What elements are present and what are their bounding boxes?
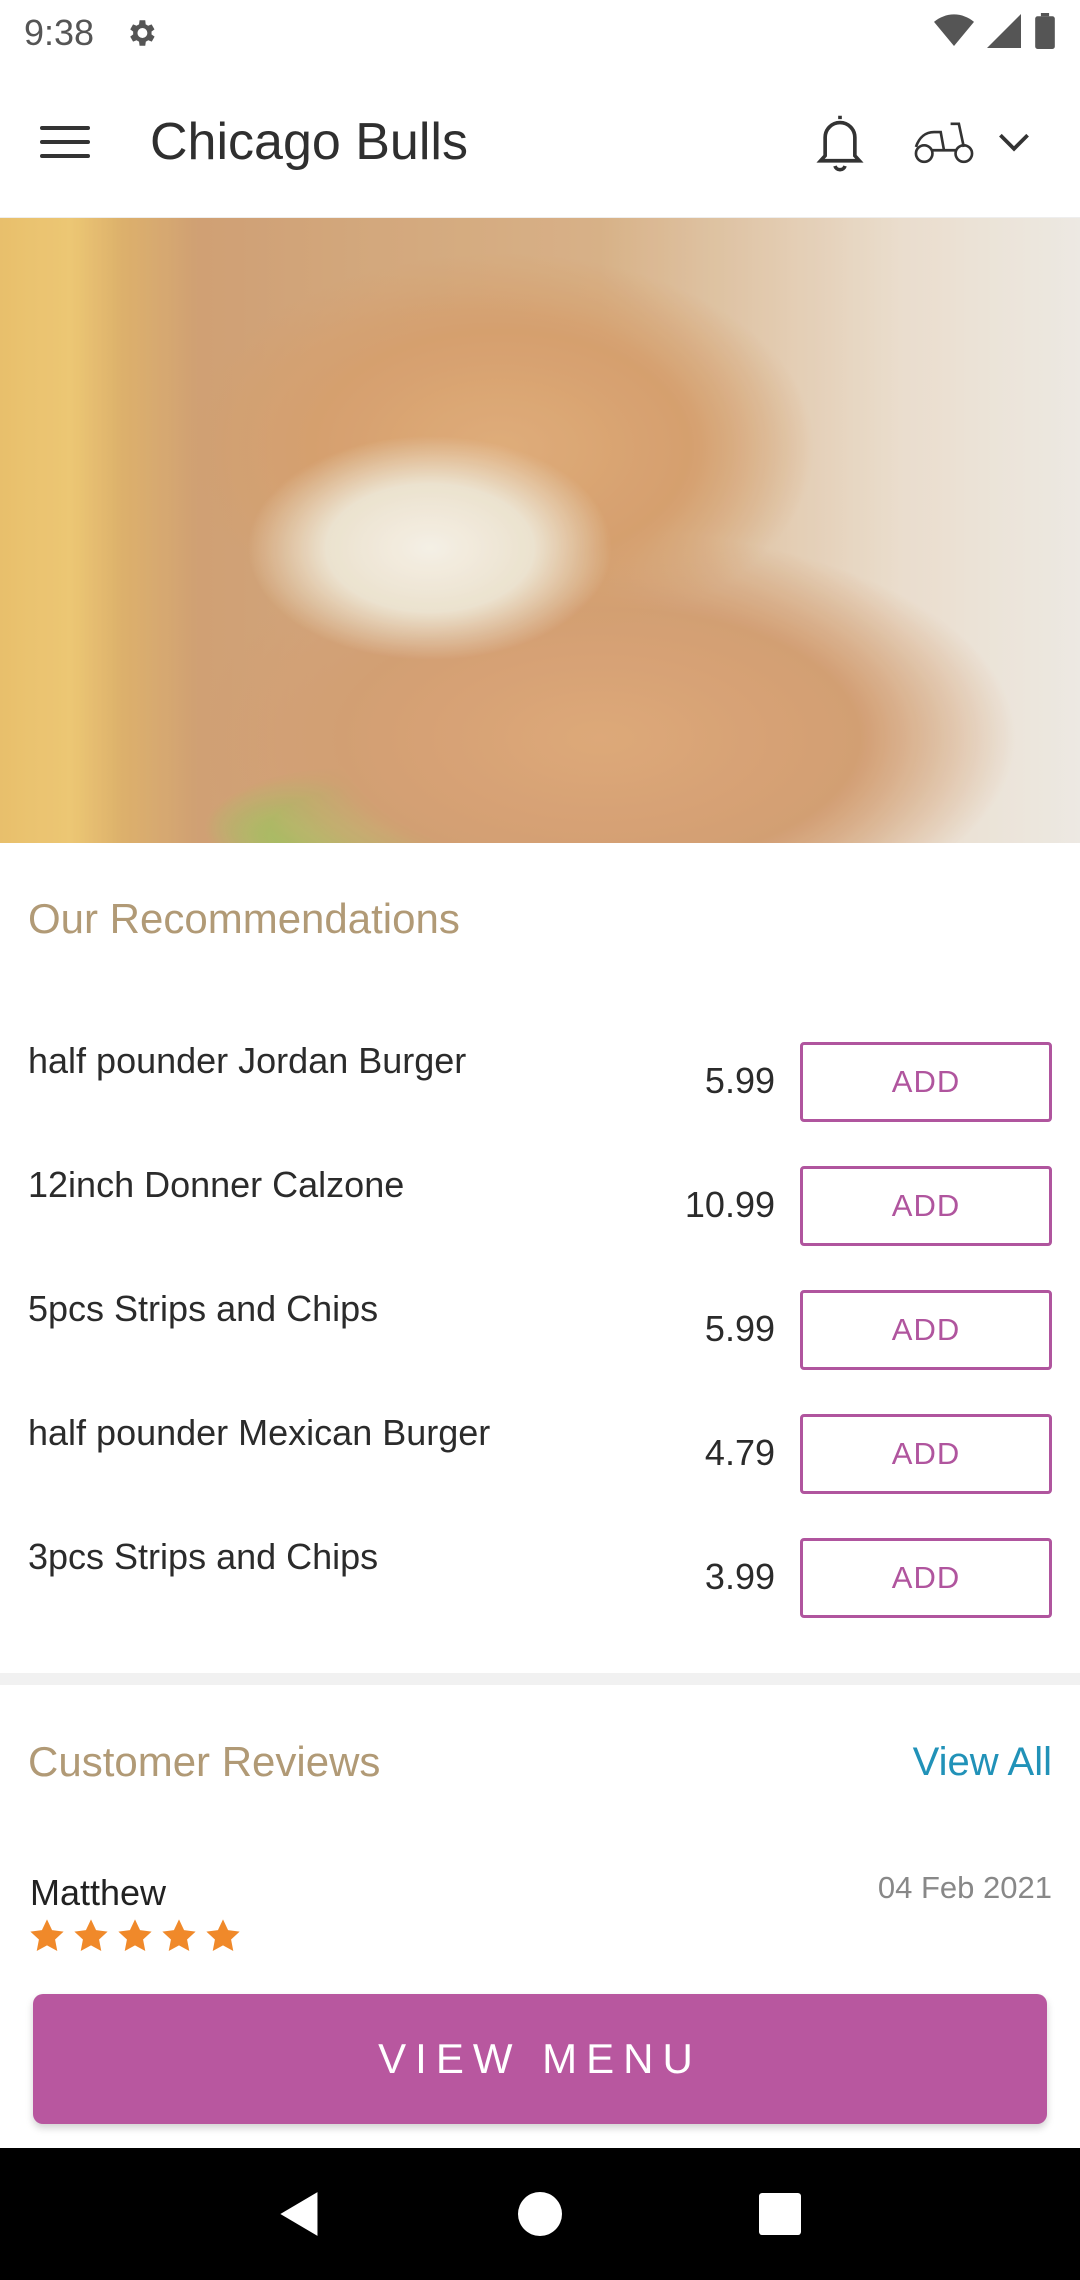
view-all-link[interactable]: View All (913, 1740, 1052, 1785)
recommendations-title: Our Recommendations (28, 895, 460, 942)
view-menu-button[interactable]: VIEW MENU (33, 1994, 1047, 2124)
list-item: half pounder Mexican Burger 4.79 ADD (0, 1412, 1080, 1536)
add-button[interactable]: ADD (800, 1166, 1052, 1246)
wifi-icon (934, 13, 974, 53)
star-icon (74, 1919, 108, 1952)
star-icon (30, 1919, 64, 1952)
item-price: 10.99 (684, 1184, 775, 1225)
reviewer-name: Matthew (30, 1872, 167, 1913)
item-name: 12inch Donner Calzone (28, 1164, 405, 1205)
status-time: 9:38 (24, 12, 95, 53)
item-name: 5pcs Strips and Chips (28, 1288, 379, 1329)
list-item: 12inch Donner Calzone 10.99 ADD (0, 1164, 1080, 1288)
item-price: 3.99 (704, 1556, 775, 1597)
add-button[interactable]: ADD (800, 1538, 1052, 1618)
page-title: Chicago Bulls (150, 112, 468, 171)
star-icon (206, 1919, 240, 1952)
gear-icon (122, 14, 160, 52)
home-icon[interactable] (500, 2174, 580, 2254)
add-button[interactable]: ADD (800, 1414, 1052, 1494)
list-item: half pounder Jordan Burger 5.99 ADD (0, 1040, 1080, 1164)
recents-icon[interactable] (740, 2174, 820, 2254)
bell-icon[interactable] (800, 102, 880, 182)
item-name: 3pcs Strips and Chips (28, 1536, 379, 1577)
item-price: 4.79 (704, 1432, 775, 1473)
navigation-bar (0, 2148, 1080, 2280)
back-icon[interactable] (260, 2174, 340, 2254)
item-name: half pounder Jordan Burger (28, 1040, 467, 1081)
star-icon (118, 1919, 152, 1952)
status-bar: 9:38 (0, 0, 1080, 66)
signal-icon (986, 13, 1022, 53)
star-icon (162, 1919, 196, 1952)
battery-icon (1034, 12, 1056, 54)
list-item: 3pcs Strips and Chips 3.99 ADD (0, 1536, 1080, 1660)
star-rating (28, 1917, 242, 1955)
menu-icon[interactable] (40, 108, 108, 176)
scooter-icon[interactable] (904, 102, 984, 182)
item-name: half pounder Mexican Burger (28, 1412, 491, 1453)
item-price: 5.99 (704, 1308, 775, 1349)
app-bar: Chicago Bulls (0, 66, 1080, 218)
add-button[interactable]: ADD (800, 1290, 1052, 1370)
section-divider (0, 1673, 1080, 1685)
hero-image (0, 218, 1080, 843)
review-date: 04 Feb 2021 (877, 1870, 1052, 1905)
recommendations-list: half pounder Jordan Burger 5.99 ADD 12in… (0, 1040, 1080, 1660)
reviews-title: Customer Reviews (28, 1738, 381, 1785)
add-button[interactable]: ADD (800, 1042, 1052, 1122)
item-price: 5.99 (704, 1060, 775, 1101)
chevron-down-icon[interactable] (984, 102, 1044, 182)
list-item: 5pcs Strips and Chips 5.99 ADD (0, 1288, 1080, 1412)
